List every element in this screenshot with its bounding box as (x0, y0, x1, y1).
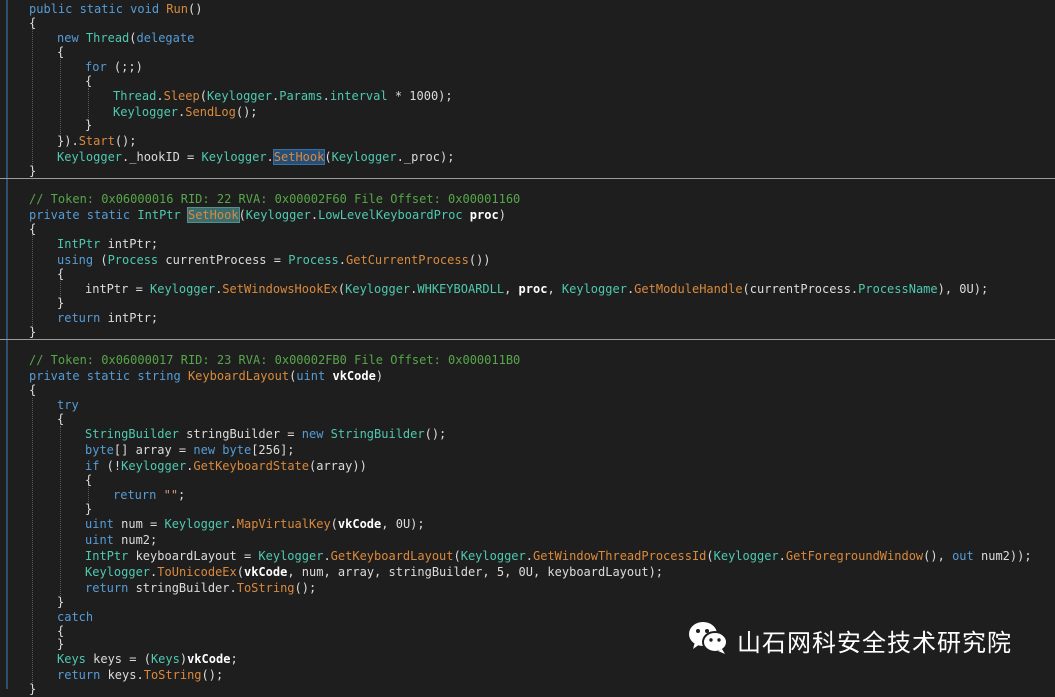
code-line: } (29, 682, 37, 696)
code-line: { (29, 16, 37, 30)
indent-guide (60, 426, 61, 596)
indent-guide (32, 230, 33, 330)
code-line: } (85, 502, 93, 516)
watermark: 山石网科安全技术研究院 (687, 620, 1012, 660)
code-line: uint num2; (85, 533, 158, 547)
method-separator (0, 178, 1055, 179)
code-line: { (57, 45, 65, 59)
code-line: } (29, 164, 37, 178)
watermark-text: 山石网科安全技术研究院 (737, 628, 1012, 657)
code-line: IntPtr keyboardLayout = Keylogger.GetKey… (85, 549, 1032, 563)
code-line: } (29, 325, 37, 339)
method-separator (0, 339, 1055, 340)
code-line: uint num = Keylogger.MapVirtualKey(vkCod… (85, 517, 425, 531)
code-line: { (29, 383, 37, 397)
wechat-icon (687, 620, 729, 660)
indent-guide (32, 398, 33, 689)
indent-guide (32, 24, 33, 168)
code-line: } (57, 595, 65, 609)
code-line: }).Start(); (57, 134, 137, 148)
code-line: } (57, 296, 65, 310)
code-comment: // Token: 0x06000017 RID: 23 RVA: 0x0000… (29, 353, 521, 367)
code-line: { (57, 412, 65, 426)
code-line: byte[] array = new byte[256]; (85, 443, 295, 457)
code-line: Keylogger.ToUnicodeEx(vkCode, num, array… (85, 565, 664, 579)
gutter-marker (6, 0, 8, 689)
code-line: IntPtr intPtr; (57, 237, 159, 251)
code-line: Thread.Sleep(Keylogger.Params.interval *… (113, 89, 453, 103)
code-line: } (85, 118, 93, 132)
code-line: StringBuilder stringBuilder = new String… (85, 427, 447, 441)
indent-guide (60, 56, 61, 136)
code-line: { (85, 74, 93, 88)
code-comment: // Token: 0x06000016 RID: 22 RVA: 0x0000… (29, 192, 521, 206)
code-line: { (29, 222, 37, 236)
code-line: { (85, 473, 93, 487)
code-line: { (57, 267, 65, 281)
